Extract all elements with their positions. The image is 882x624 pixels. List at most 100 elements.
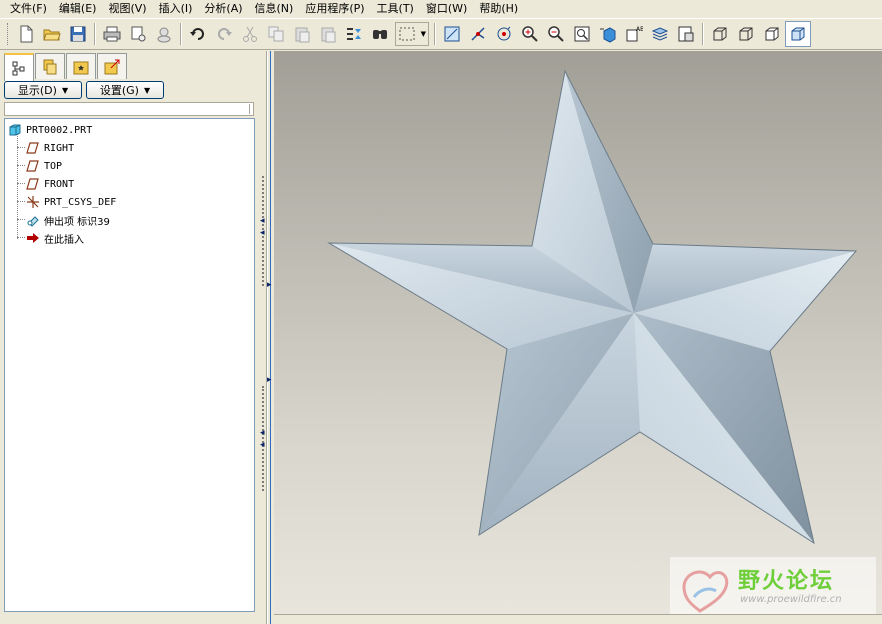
plane-display-icon[interactable]	[439, 21, 465, 47]
no-hidden-icon[interactable]	[759, 21, 785, 47]
column-divider[interactable]	[249, 104, 250, 114]
proe-window: 文件(F) 编辑(E) 视图(V) 插入(I) 分析(A) 信息(N) 应用程序…	[0, 0, 882, 624]
tree-item-csys[interactable]: PRT_CSYS_DEF	[26, 194, 116, 210]
splitter-rail	[266, 51, 268, 624]
menu-analysis[interactable]: 分析(A)	[198, 1, 248, 17]
svg-text:AB: AB	[636, 26, 643, 33]
navigator-tabs	[4, 53, 128, 81]
menu-tools[interactable]: 工具(T)	[371, 1, 420, 17]
collapse-left-icon[interactable]: ◂	[260, 441, 265, 450]
layers-icon[interactable]	[647, 21, 673, 47]
copy-icon[interactable]	[263, 21, 289, 47]
chevron-down-icon: ▼	[61, 85, 69, 95]
folder-browser-icon	[43, 59, 57, 74]
collapse-left-icon[interactable]: ◂	[260, 429, 265, 438]
model-tree-tab[interactable]	[4, 53, 34, 81]
tree-item-label: PRT_CSYS_DEF	[44, 196, 117, 208]
menu-bar: 文件(F) 编辑(E) 视图(V) 插入(I) 分析(A) 信息(N) 应用程序…	[0, 0, 882, 18]
collapse-left-icon[interactable]: ◂	[260, 217, 265, 226]
tree-connector	[17, 201, 25, 202]
open-folder-icon[interactable]	[39, 21, 65, 47]
cut-icon[interactable]	[237, 21, 263, 47]
splitter-grip[interactable]	[262, 386, 265, 491]
main-toolbar: ▼ AB	[0, 18, 882, 50]
connections-tab[interactable]	[97, 53, 127, 79]
datum-plane-icon	[26, 178, 39, 190]
zoom-out-icon[interactable]	[543, 21, 569, 47]
datum-plane-icon	[26, 160, 39, 172]
coordinate-system-icon	[27, 196, 39, 208]
tree-item-right-plane[interactable]: RIGHT	[26, 140, 74, 156]
tree-item-insert-here[interactable]: 在此插入	[26, 230, 84, 246]
tree-connector	[17, 165, 25, 166]
navigator-panel: 显示(D) ▼ 设置(G) ▼ PRT0002.PRT RIGHT TOP FR…	[0, 51, 260, 624]
panel-splitter[interactable]: ◂ ◂ ▸ ▸ ◂ ◂	[260, 51, 274, 624]
tree-item-protrusion[interactable]: 伸出项 标识39	[26, 212, 110, 228]
menu-insert[interactable]: 插入(I)	[153, 1, 199, 17]
toolbar-grip[interactable]	[7, 23, 10, 45]
reorient-icon[interactable]	[595, 21, 621, 47]
star-model[interactable]	[274, 51, 882, 614]
toolbar-separator	[180, 23, 182, 45]
menu-help[interactable]: 帮助(H)	[473, 1, 524, 17]
part-icon	[9, 124, 21, 136]
tree-column-header[interactable]	[4, 102, 254, 116]
menu-applications[interactable]: 应用程序(P)	[299, 1, 370, 17]
menu-window[interactable]: 窗口(W)	[420, 1, 473, 17]
folder-browser-tab[interactable]	[35, 53, 65, 79]
regenerate-icon[interactable]	[341, 21, 367, 47]
tree-root-label: PRT0002.PRT	[26, 124, 93, 136]
toolbar-separator	[94, 23, 96, 45]
undo-icon[interactable]	[185, 21, 211, 47]
tree-item-label: 在此插入	[44, 234, 84, 246]
tree-item-top-plane[interactable]: TOP	[26, 158, 62, 174]
paste-special-icon[interactable]	[315, 21, 341, 47]
refit-icon[interactable]	[569, 21, 595, 47]
menu-view[interactable]: 视图(V)	[102, 1, 152, 17]
redo-icon[interactable]	[211, 21, 237, 47]
axis-display-icon[interactable]	[465, 21, 491, 47]
tree-item-label: FRONT	[44, 178, 75, 190]
menu-file[interactable]: 文件(F)	[4, 1, 53, 17]
mail-recipient-icon[interactable]	[151, 21, 177, 47]
select-box-icon[interactable]: ▼	[395, 22, 429, 46]
collapse-left-icon[interactable]: ◂	[260, 229, 265, 238]
saved-views-icon[interactable]: AB	[621, 21, 647, 47]
hidden-line-icon[interactable]	[733, 21, 759, 47]
expand-right-icon[interactable]: ▸	[267, 281, 272, 290]
tree-connector	[17, 183, 25, 184]
menu-info[interactable]: 信息(N)	[249, 1, 300, 17]
tree-item-front-plane[interactable]: FRONT	[26, 176, 74, 192]
save-icon[interactable]	[65, 21, 91, 47]
graphics-window[interactable]	[274, 51, 882, 614]
new-file-icon[interactable]	[13, 21, 39, 47]
expand-right-icon[interactable]: ▸	[267, 376, 272, 385]
print-icon[interactable]	[99, 21, 125, 47]
toolbar-separator	[702, 23, 704, 45]
show-dropdown-button[interactable]: 显示(D) ▼	[4, 81, 82, 99]
send-mail-icon[interactable]	[125, 21, 151, 47]
insert-here-arrow-icon	[27, 233, 39, 243]
protrusion-icon	[27, 216, 39, 227]
tree-connector	[17, 133, 18, 239]
point-display-icon[interactable]	[491, 21, 517, 47]
connections-icon	[104, 59, 120, 74]
menu-edit[interactable]: 编辑(E)	[53, 1, 103, 17]
wireframe-icon[interactable]	[707, 21, 733, 47]
forum-logo	[682, 570, 729, 613]
zoom-in-icon[interactable]	[517, 21, 543, 47]
tree-connector	[17, 237, 25, 238]
settings-button-label: 设置(G)	[99, 84, 139, 97]
paste-icon[interactable]	[289, 21, 315, 47]
find-icon[interactable]	[367, 21, 393, 47]
favorites-icon	[73, 61, 89, 74]
tree-item-label: 伸出项 标识39	[44, 216, 110, 228]
tree-root-part[interactable]: PRT0002.PRT	[8, 122, 92, 138]
favorites-tab[interactable]	[66, 53, 96, 79]
view-manager-icon[interactable]	[673, 21, 699, 47]
settings-dropdown-button[interactable]: 设置(G) ▼	[86, 81, 164, 99]
shading-icon[interactable]	[785, 21, 811, 47]
forum-watermark: 野火论坛 www.proewildfire.cn	[670, 557, 876, 615]
datum-plane-icon	[26, 142, 39, 154]
status-bar	[274, 614, 882, 624]
